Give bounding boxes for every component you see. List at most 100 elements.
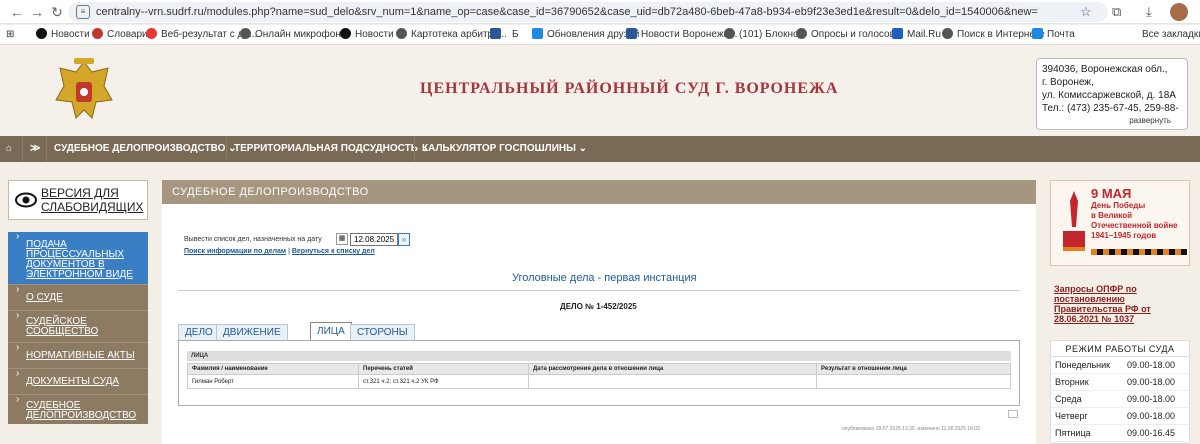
menu-separator (226, 136, 227, 162)
content-panel: Вывести список дел, назначенных на дату … (162, 204, 1036, 444)
bookmark-icon (92, 28, 103, 39)
section-header: СУДЕБНОЕ ДЕЛОПРОИЗВОДСТВО (162, 180, 1036, 204)
apps-icon[interactable]: ⊞ (6, 28, 14, 42)
main-menu: ⌂ ≫ СУДЕБНОЕ ДЕЛОПРОИЗВОДСТВО ⌄ ТЕРРИТОР… (0, 136, 1200, 162)
divider (178, 290, 1020, 291)
bookmark-icon (942, 28, 953, 39)
nav-item-court-records[interactable]: СУДЕБНОЕ ДЕЛОПРОИЗВОДСТВО (8, 394, 148, 424)
visually-impaired-version[interactable]: ВЕРСИЯ ДЛЯ СЛАБОВИДЯЩИХ (8, 180, 148, 220)
menu-toggle-icon[interactable]: ≫ (30, 136, 40, 162)
opfr-requests-link[interactable]: Запросы ОПФР по постановлению Правительс… (1054, 284, 1190, 324)
nav-item-court-documents[interactable]: ДОКУМЕНТЫ СУДА (8, 368, 148, 394)
link-separator: | (288, 248, 290, 255)
bookmark-icon (396, 28, 407, 39)
bookmark-icon (490, 28, 501, 39)
bookmark-item[interactable]: Словари (92, 28, 148, 42)
tab-case[interactable]: ДЕЛО (178, 324, 220, 340)
tab-parties[interactable]: СТОРОНЫ (350, 324, 415, 340)
bookmark-item[interactable]: Почта (1032, 28, 1075, 42)
table-cell (528, 374, 817, 389)
table-header-row: Фамилия / наименование Перечень статей Д… (187, 363, 1011, 375)
nav-item-about[interactable]: О СУДЕ (8, 284, 148, 310)
menu-item-jurisdiction[interactable]: ТЕРРИТОРИАЛЬНАЯ ПОДСУДНОСТЬ ⌄ (234, 136, 429, 162)
contact-line: ул. Комиссаржевской, д. 18А (1042, 90, 1176, 101)
persons-panel: ЛИЦА Фамилия / наименование Перечень ста… (178, 340, 1020, 406)
profile-avatar[interactable] (1170, 3, 1188, 21)
go-button[interactable]: » (398, 233, 410, 246)
table-cell (816, 374, 1011, 389)
menu-separator (46, 136, 47, 162)
table-cell: ст.321 ч.2; ст.321 ч.2 УК РФ (358, 374, 529, 389)
menu-separator (414, 136, 415, 162)
column-header: Дата рассмотрения дела в отношении лица (528, 363, 817, 375)
tab-case-movement[interactable]: ДВИЖЕНИЕ ДЕЛА (216, 324, 288, 354)
persons-table: Фамилия / наименование Перечень статей Д… (187, 363, 1011, 389)
bookmark-icon (1032, 28, 1043, 39)
print-icon[interactable] (1008, 410, 1018, 418)
site-info-icon[interactable]: ≡ (76, 5, 90, 19)
expand-link[interactable]: развернуть (1129, 114, 1171, 127)
download-icon[interactable]: ⤓ (1146, 3, 1152, 21)
all-bookmarks[interactable]: Все закладки (1142, 28, 1200, 42)
nav-item-regulations[interactable]: НОРМАТИВНЫЕ АКТЫ (8, 342, 148, 368)
column-header: Фамилия / наименование (187, 363, 359, 375)
date-label: Вывести список дел, назначенных на дату (184, 236, 322, 243)
publication-note: опубликовано 29.07.2025 13:39, изменено … (842, 426, 980, 432)
court-schedule: РЕЖИМ РАБОТЫ СУДА Понедельник 09.00-18.00… (1050, 340, 1190, 444)
date-input[interactable] (350, 233, 398, 246)
st-george-ribbon (1091, 249, 1187, 255)
schedule-title: РЕЖИМ РАБОТЫ СУДА (1051, 341, 1189, 357)
star-icon[interactable]: ☆ (1080, 3, 1092, 21)
schedule-row: Вторник 09.00-18.00 (1051, 374, 1189, 391)
monument-icon (1063, 191, 1085, 251)
bookmark-icon (146, 28, 157, 39)
bookmark-item[interactable]: Mail.Ru (892, 28, 941, 42)
schedule-row: Пятница 09.00-16.45 (1051, 425, 1189, 442)
bookmark-icon (240, 28, 251, 39)
site-title: ЦЕНТРАЛЬНЫЙ РАЙОННЫЙ СУД Г. ВОРОНЕЖА (420, 80, 839, 97)
back-icon[interactable]: ← (8, 3, 26, 21)
extensions-icon[interactable]: ⧉ (1112, 3, 1121, 21)
contact-line: 394036, Воронежская обл., (1042, 64, 1168, 75)
menu-item-court-records[interactable]: СУДЕБНОЕ ДЕЛОПРОИЗВОДСТВО ⌄ (54, 136, 237, 162)
vision-label: ВЕРСИЯ ДЛЯ СЛАБОВИДЯЩИХ (41, 186, 144, 214)
home-icon[interactable]: ⌂ (6, 136, 12, 162)
bookmark-item[interactable]: Поиск в Интернете (942, 28, 1045, 42)
victory-day-banner[interactable]: 9 МАЯ День Победы в Великой Отечественно… (1050, 180, 1190, 266)
bookmark-item[interactable] (490, 28, 505, 42)
bookmark-icon (532, 28, 543, 39)
left-nav: ПОДАЧА ПРОЦЕССУАЛЬНЫХ ДОКУМЕНТОВ В ЭЛЕКТ… (8, 232, 148, 424)
menu-item-fee-calculator[interactable]: КАЛЬКУЛЯТОР ГОСПОШЛИНЫ ⌄ (422, 136, 587, 162)
bookmark-item[interactable]: Новости Воронежа... (626, 28, 737, 42)
browser-toolbar: ← → ↻ ≡ centralny--vrn.sudrf.ru/modules.… (0, 0, 1200, 24)
case-number: ДЕЛО № 1-452/2025 (560, 302, 637, 311)
schedule-row: Среда 09.00-18.00 (1051, 391, 1189, 408)
bookmark-item[interactable]: Новости (340, 28, 394, 42)
search-cases-link[interactable]: Поиск информации по делам (184, 248, 286, 255)
schedule-row: Четверг 09.00-18.00 (1051, 408, 1189, 425)
bookmark-icon (796, 28, 807, 39)
panel-caption: ЛИЦА (187, 351, 1011, 361)
nav-item-electronic-filing[interactable]: ПОДАЧА ПРОЦЕССУАЛЬНЫХ ДОКУМЕНТОВ В ЭЛЕКТ… (8, 232, 148, 284)
contact-box: 394036, Воронежская обл., г. Воронеж, ул… (1036, 58, 1188, 130)
bookmark-item[interactable]: Опросы и голосов... (796, 28, 903, 42)
site-header: ЦЕНТРАЛЬНЫЙ РАЙОННЫЙ СУД Г. ВОРОНЕЖА 394… (0, 46, 1200, 136)
instance-title: Уголовные дела - первая инстанция (512, 272, 697, 284)
tab-persons[interactable]: ЛИЦА (310, 322, 352, 340)
forward-icon[interactable]: → (28, 3, 46, 21)
table-cell: Гилман Роберт (187, 374, 359, 389)
back-to-list-link[interactable]: Вернуться к списку дел (292, 248, 375, 255)
bookmarks-bar: ⊞ Новости Словари Веб-результат с до... … (0, 25, 1200, 45)
bookmark-item[interactable]: Б (512, 28, 519, 42)
bookmark-item[interactable]: Обновления друзей (532, 28, 639, 42)
bookmark-item[interactable]: (101) Блокнот (724, 28, 803, 42)
calendar-icon[interactable]: ▦ (336, 233, 348, 245)
reload-icon[interactable]: ↻ (48, 3, 66, 21)
bookmark-item[interactable]: Онлайн микрофон... (240, 28, 349, 42)
coat-of-arms-icon (55, 58, 113, 119)
nav-item-judicial-community[interactable]: СУДЕЙСКОЕ СООБЩЕСТВО (8, 310, 148, 342)
sub-links: Поиск информации по делам | Вернуться к … (184, 248, 375, 255)
menu-separator (22, 136, 23, 162)
address-bar[interactable]: ≡ centralny--vrn.sudrf.ru/modules.php?na… (68, 2, 1108, 22)
bookmark-item[interactable]: Новости (36, 28, 90, 42)
